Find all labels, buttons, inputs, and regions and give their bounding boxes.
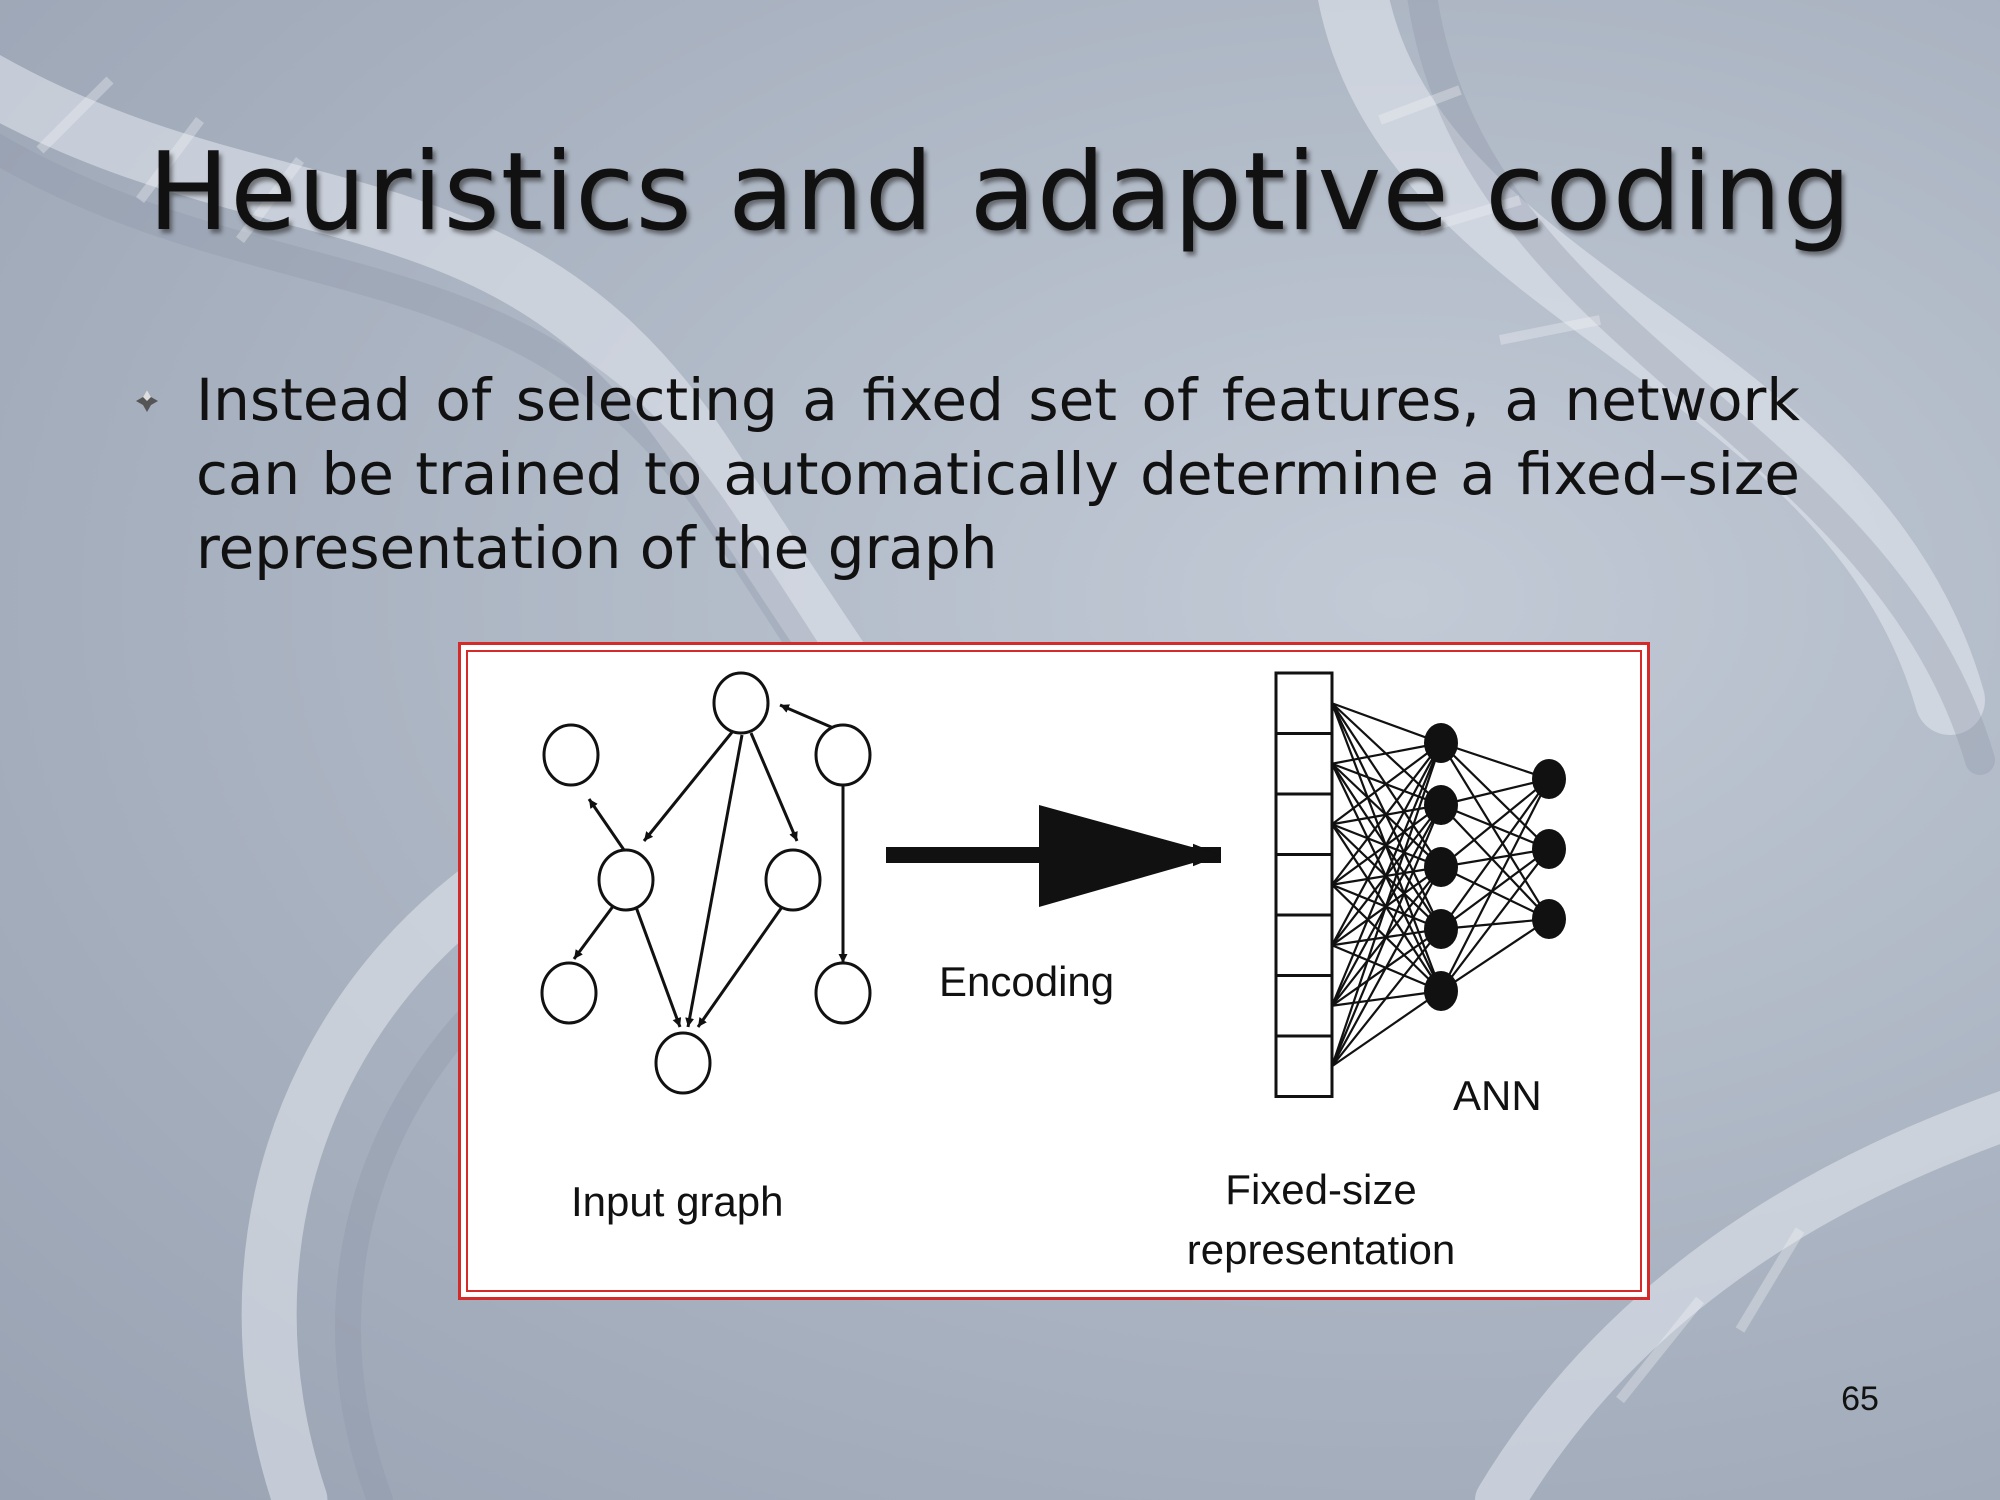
representation-label: representation <box>1186 1226 1456 1273</box>
representation-cell <box>1274 732 1334 796</box>
graph-edge <box>696 906 784 1028</box>
ann-neuron <box>1532 759 1566 799</box>
input-graph-label: Input graph <box>571 1178 784 1225</box>
ann-connection <box>1331 928 1442 1067</box>
ann-neuron <box>1424 847 1458 887</box>
representation-cell <box>1274 671 1334 735</box>
graph-node <box>540 961 598 1025</box>
graph-edge <box>642 730 735 842</box>
graph-node <box>814 961 872 1025</box>
graph-node <box>597 848 655 912</box>
representation-cell <box>1274 853 1334 917</box>
graph-node <box>814 723 872 787</box>
fixed-size-label: Fixed-size <box>1225 1166 1417 1213</box>
input-graph-nodes <box>540 671 872 1095</box>
graph-node <box>764 848 822 912</box>
ann-neuron <box>1424 909 1458 949</box>
fixed-size-representation <box>1274 671 1334 1098</box>
page-number: 65 <box>1841 1380 1879 1418</box>
encoding-label: Encoding <box>939 958 1115 1005</box>
representation-cell <box>1274 913 1334 977</box>
bullet-text: Instead of selecting a fixed set of feat… <box>196 366 1800 582</box>
ann-label: ANN <box>1453 1072 1542 1119</box>
graph-node <box>654 1031 712 1095</box>
graph-node <box>542 723 600 787</box>
ann-neuron <box>1532 829 1566 869</box>
graph-node <box>712 671 770 735</box>
ann-neuron <box>1424 785 1458 825</box>
slide-title: Heuristics and adaptive coding <box>148 130 1853 255</box>
ann-neuron <box>1424 971 1458 1011</box>
graph-edge <box>749 732 799 842</box>
graph-edge <box>634 906 682 1028</box>
representation-cell <box>1274 1034 1334 1098</box>
encoding-arrowhead <box>1039 805 1221 907</box>
ann-neuron <box>1532 899 1566 939</box>
ann-neurons <box>1424 723 1566 1011</box>
graph-edge <box>572 904 616 960</box>
graph-edge <box>587 798 626 851</box>
representation-cell <box>1274 974 1334 1038</box>
bullet-icon <box>136 390 158 412</box>
slide: Heuristics and adaptive coding Instead o… <box>0 0 2000 1500</box>
figure-frame: Encoding ANN Input graph Fixed-size repr… <box>458 642 1650 1300</box>
ann-neuron <box>1424 723 1458 763</box>
representation-cell <box>1274 792 1334 856</box>
